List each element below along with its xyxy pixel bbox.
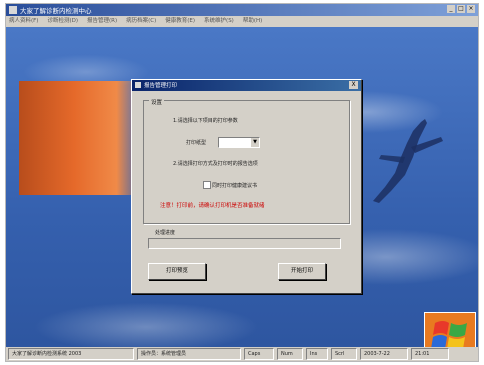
health-advice-label: 同时打印健康建议书	[212, 183, 258, 189]
close-button[interactable]: ×	[467, 5, 475, 13]
chevron-down-icon[interactable]: ▼	[251, 138, 259, 147]
dialog-title: 报告管理打印	[144, 83, 178, 89]
preview-button[interactable]: 打印预览	[148, 263, 206, 280]
app-icon	[9, 6, 17, 14]
menu-item-system[interactable]: 系统维护(S)	[204, 16, 234, 27]
menu-item-diagnosis[interactable]: 诊断检测(D)	[47, 16, 78, 27]
dialog-title-bar: 报告管理打印 X	[132, 80, 361, 91]
dialog-icon	[135, 82, 141, 88]
menu-item-patient[interactable]: 病人资料(F)	[9, 16, 38, 27]
status-num: Num	[277, 348, 303, 360]
status-caps: Caps	[244, 348, 274, 360]
window-title: 大家了解诊断内检测中心	[20, 7, 92, 15]
menu-item-records[interactable]: 病历档案(C)	[126, 16, 156, 27]
warning-text: 注意！打印前，请确认打印机是否准备就绪	[160, 203, 265, 209]
maximize-button[interactable]: □	[457, 5, 465, 13]
menu-item-help[interactable]: 帮助(H)	[243, 16, 262, 27]
dialog-close-button[interactable]: X	[349, 81, 358, 89]
status-date: 2003-7-22	[360, 348, 408, 360]
status-time: 21:01	[411, 348, 449, 360]
step2-instruction: 2.请选择打印方式及打印时的报告选项	[173, 161, 258, 167]
menu-item-education[interactable]: 健康教育(E)	[165, 16, 195, 27]
health-advice-checkbox[interactable]	[203, 181, 211, 189]
status-ins: Ins	[306, 348, 328, 360]
step1-instruction: 1.请选择以下项目的打印参数	[173, 118, 238, 124]
minimize-button[interactable]: _	[447, 5, 455, 13]
print-button[interactable]: 开始打印	[278, 263, 326, 280]
paper-type-label: 打印纸型	[186, 140, 207, 146]
status-operator: 操作员：系统管理员	[137, 348, 241, 360]
status-bar: 大家了解诊断内检测系统 2003 操作员：系统管理员 Caps Num Ins …	[6, 347, 478, 361]
menu-item-report[interactable]: 报告管理(R)	[87, 16, 117, 27]
status-app-name: 大家了解诊断内检测系统 2003	[8, 348, 134, 360]
menu-bar: 病人资料(F) 诊断检测(D) 报告管理(R) 病历档案(C) 健康教育(E) …	[6, 16, 478, 27]
status-scrl: Scrl	[331, 348, 357, 360]
settings-group-label: 设置	[149, 98, 165, 106]
orange-graphic	[19, 81, 141, 195]
paper-type-select[interactable]: ▼	[218, 137, 260, 148]
progress-label: 处理进度	[155, 230, 176, 236]
progress-bar	[148, 238, 341, 249]
diver-silhouette-image	[373, 119, 443, 203]
title-bar: 大家了解诊断内检测中心 _ □ ×	[6, 4, 478, 16]
